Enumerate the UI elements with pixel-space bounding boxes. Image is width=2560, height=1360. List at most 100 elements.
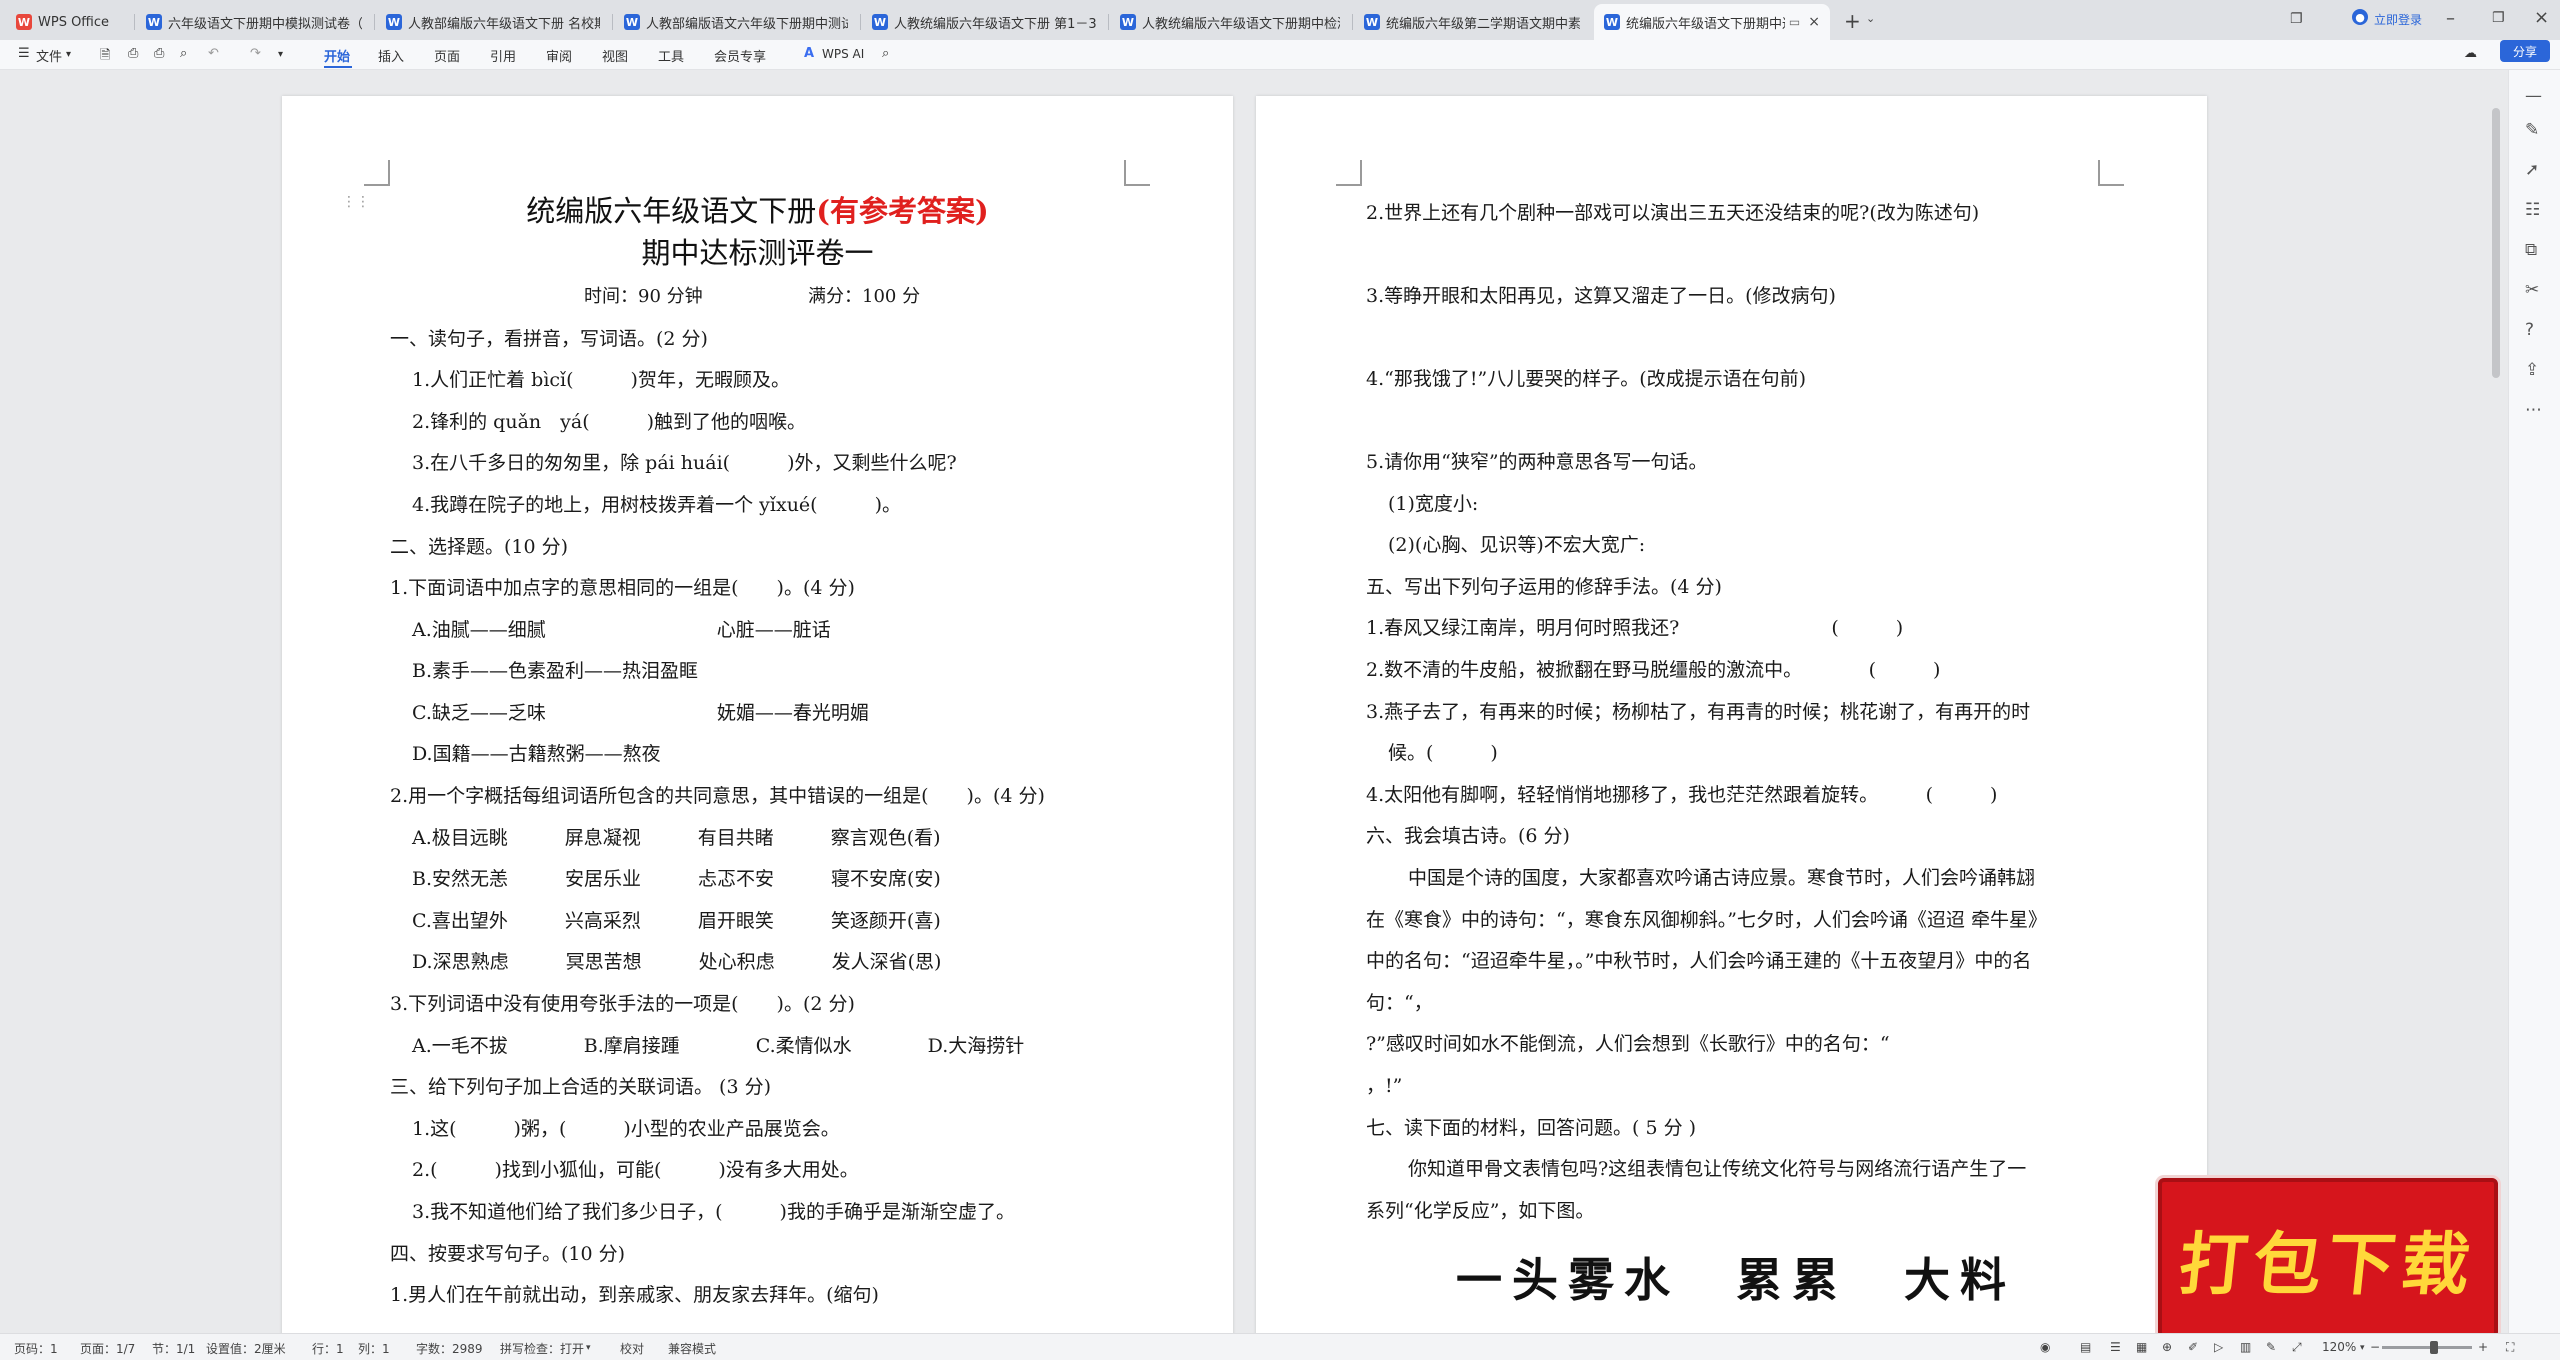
print-preview-icon[interactable]: ⌕ — [180, 46, 187, 61]
page-subtitle: 期中达标测评卷一 — [641, 236, 874, 270]
tab-tools[interactable]: 工具 — [658, 46, 684, 65]
tab-review[interactable]: 审阅 — [546, 46, 572, 65]
ribbon-toolbar: ☰ 文件 ▾ 🗎 ⎙ ⎙ ⌕ ↶ ↷ ▾ 开始 插入 页面 引用 审阅 视图 工… — [0, 40, 2560, 70]
zoom-slider-handle[interactable] — [2430, 1341, 2438, 1354]
tab-wps-home[interactable]: W WPS Office — [6, 4, 132, 40]
chevron-down-icon[interactable]: ▾ — [66, 49, 71, 60]
status-row[interactable]: 行：1 — [312, 1340, 344, 1357]
status-pages[interactable]: 页面：1/7 — [80, 1340, 135, 1357]
wps-logo-icon: W — [16, 14, 32, 30]
redo-icon[interactable]: ↷ — [250, 46, 261, 61]
chevron-down-icon[interactable]: ▾ — [278, 49, 283, 60]
tab-document[interactable]: W 人教统编版六年级语文下册期中检测 — [1110, 4, 1350, 40]
tab-document[interactable]: W 统编版六年级第二学期语文期中素质 — [1354, 4, 1590, 40]
tab-page[interactable]: 页面 — [434, 46, 460, 65]
tab-reference[interactable]: 引用 — [490, 46, 516, 65]
user-avatar-icon[interactable]: ● — [2352, 9, 2368, 25]
title-main: 统编版六年级语文下册 — [526, 194, 817, 228]
tab-home[interactable]: 开始 — [324, 46, 350, 65]
cloud-sync-icon[interactable]: ☁ — [2464, 46, 2477, 61]
option-line: A.极目远眺 屏息凝视 有目共睹 察言观色(看) — [412, 827, 941, 849]
restore-icon[interactable]: ❐ — [2492, 10, 2505, 26]
question-line: 1.男人们在午前就出动，到亲戚家、朋友家去拜年。(缩句) — [390, 1284, 879, 1306]
status-proof[interactable]: 校对 — [620, 1340, 644, 1357]
save-icon[interactable]: 🗎 — [100, 46, 110, 68]
status-words[interactable]: 字数：2989 — [416, 1340, 483, 1357]
pen-icon[interactable]: ✎ — [2266, 1340, 2276, 1354]
outline-view-icon[interactable]: ☰ — [2110, 1340, 2121, 1354]
menu-icon[interactable]: ☰ — [18, 46, 30, 61]
write-mode-icon[interactable]: ✐ — [2188, 1340, 2198, 1354]
close-window-icon[interactable]: × — [2534, 7, 2549, 28]
help-icon[interactable]: ? — [2525, 320, 2534, 340]
zoom-slider-track[interactable] — [2382, 1346, 2472, 1349]
chevron-down-icon[interactable]: ⌄ — [1866, 12, 1875, 25]
document-page-1[interactable]: ⋮⋮ 统编版六年级语文下册(有参考答案) 期中达标测评卷一 时间：90 分钟 满… — [282, 96, 1233, 1336]
settings-sliders-icon[interactable]: ☷ — [2525, 200, 2540, 220]
login-link[interactable]: 立即登录 — [2374, 11, 2422, 28]
magic-tools-icon[interactable]: ✂ — [2525, 280, 2539, 300]
question-line: 2.数不清的牛皮船，被掀翻在野马脱缰般的激流中。 ( ) — [1366, 659, 1941, 681]
status-section[interactable]: 节：1/1 — [152, 1340, 195, 1357]
tab-document-active[interactable]: W 统编版六年级语文下册期中达 ▭ × — [1594, 4, 1830, 40]
full-view-icon[interactable]: ▦ — [2136, 1340, 2147, 1354]
share-icon[interactable]: ⇪ — [2525, 360, 2539, 380]
tab-document[interactable]: W 人教部编版语文六年级下册期中测试 — [614, 4, 858, 40]
tab-label: WPS Office — [38, 14, 110, 30]
export-pdf-icon[interactable]: ⎙ — [128, 46, 138, 61]
section-heading: 一、读句子，看拼音，写词语。(2 分) — [390, 328, 708, 350]
web-view-icon[interactable]: ⊕ — [2162, 1340, 2172, 1354]
wps-ai-button[interactable]: WPS AI — [822, 47, 864, 61]
fit-page-icon[interactable]: ⤢ — [2292, 1340, 2302, 1355]
page-view-icon[interactable]: ▤ — [2080, 1340, 2091, 1354]
tab-document[interactable]: W 六年级语文下册期中模拟测试卷（六 — [136, 4, 372, 40]
document-page-2[interactable]: 2.世界上还有几个剧种一部戏可以演出三五天还没结束的呢?(改为陈述句) 3.等睁… — [1256, 96, 2207, 1336]
zoom-out-icon[interactable]: − — [2370, 1340, 2380, 1354]
file-menu[interactable]: 文件 — [36, 46, 62, 65]
two-page-icon[interactable]: ▥ — [2240, 1340, 2251, 1354]
more-icon[interactable]: ⋯ — [2525, 400, 2542, 420]
section-heading: 三、给下列句子加上合适的关联词语。 (3 分) — [390, 1076, 771, 1098]
tab-document[interactable]: W 人教统编版六年级语文下册 第1－3单 — [862, 4, 1106, 40]
banner-label: 打包下载 — [2175, 1224, 2480, 1305]
download-banner[interactable]: 打包下载 — [2158, 1178, 2498, 1338]
question-line: 2.用一个字概括每组词语所包含的共同意思，其中错误的一组是( )。(4 分) — [390, 785, 1045, 807]
edit-pen-icon[interactable]: ✎ — [2525, 120, 2539, 140]
print-icon[interactable]: ⎙ — [154, 46, 164, 61]
status-bar: 页码：1 页面：1/7 节：1/1 设置值：2厘米 行：1 列：1 字数：298… — [0, 1333, 2560, 1360]
new-tab-icon[interactable]: + — [1844, 9, 1861, 33]
tab-bar: W WPS Office W 六年级语文下册期中模拟测试卷（六 W 人教部编版六… — [0, 0, 2560, 40]
search-icon[interactable]: ⌕ — [882, 46, 889, 61]
paragraph-line: ，!” — [1366, 1075, 1403, 1097]
play-icon[interactable]: ▷ — [2214, 1340, 2223, 1354]
chevron-down-icon[interactable]: ▾ — [2360, 1343, 2365, 1353]
collapse-icon[interactable]: — — [2525, 86, 2542, 106]
tab-document[interactable]: W 人教部编版六年级语文下册 名校期中 — [376, 4, 610, 40]
option-line: A.一毛不拔 B.摩肩接踵 C.柔情似水 D.大海捞针 — [412, 1035, 1025, 1057]
eye-protect-icon[interactable]: ◉ — [2040, 1340, 2050, 1354]
select-cursor-icon[interactable]: ➚ — [2525, 160, 2539, 180]
chevron-down-icon[interactable]: ▾ — [586, 1343, 591, 1353]
zoom-in-icon[interactable]: + — [2478, 1340, 2488, 1354]
share-label: 分享 — [2512, 44, 2537, 59]
tab-insert[interactable]: 插入 — [378, 46, 404, 65]
minimize-icon[interactable]: – — [2446, 8, 2455, 29]
option-line: A.油腻——细腻 心脏——脏话 — [412, 619, 831, 641]
word-doc-icon: W — [1120, 14, 1136, 30]
paragraph-line: 系列“化学反应”，如下图。 — [1366, 1200, 1595, 1222]
zoom-level[interactable]: 120% — [2322, 1340, 2356, 1354]
tab-member[interactable]: 会员专享 — [714, 46, 766, 65]
status-setting[interactable]: 设置值：2厘米 — [206, 1340, 286, 1357]
tab-view[interactable]: 视图 — [602, 46, 628, 65]
fullscreen-icon[interactable]: ⛶ — [2506, 1340, 2514, 1355]
status-page-code[interactable]: 页码：1 — [14, 1340, 58, 1357]
undo-icon[interactable]: ↶ — [208, 46, 219, 61]
translate-icon[interactable]: ⧉ — [2525, 240, 2537, 260]
close-tab-icon[interactable]: × — [1808, 14, 1820, 30]
window-list-icon[interactable]: ❐ — [2290, 11, 2303, 27]
status-col[interactable]: 列：1 — [358, 1340, 390, 1357]
share-button[interactable]: 分享 — [2500, 40, 2550, 62]
vertical-scrollbar[interactable] — [2492, 108, 2500, 378]
status-spellcheck[interactable]: 拼写检查：打开 — [500, 1340, 584, 1357]
question-line: 2.锋利的 quǎn yá( )触到了他的咽喉。 — [412, 411, 807, 433]
